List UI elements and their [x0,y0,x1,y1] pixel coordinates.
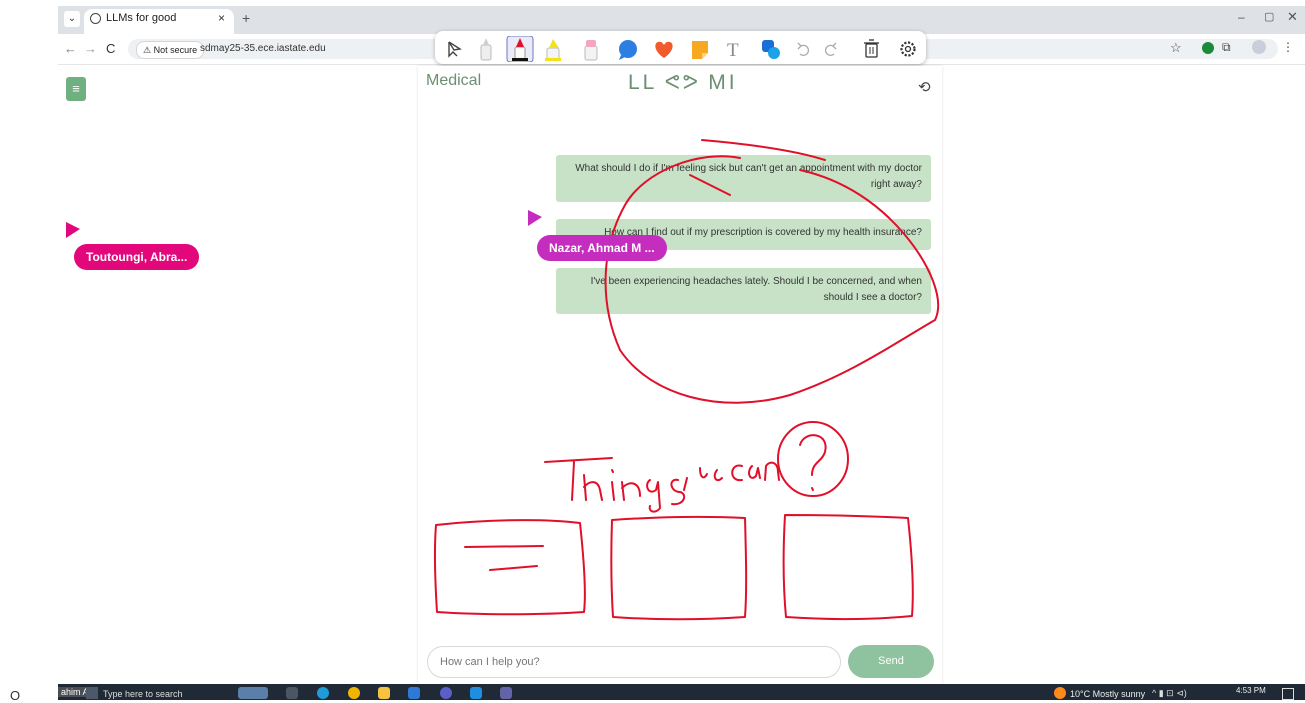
puzzle-extensions-icon[interactable]: ⧉ [1222,40,1231,55]
annotation-toolbar-icons: T [448,36,916,62]
collaborator-cursor-icon [528,210,542,226]
extension-icon[interactable] [1202,42,1214,54]
tab-close-icon[interactable]: × [218,11,225,25]
new-tab-button[interactable]: + [242,10,250,26]
red-pen-tool-icon[interactable] [506,36,534,62]
notification-icon[interactable] [1282,688,1294,700]
shapes-tool-icon[interactable] [762,40,780,59]
tab-title: LLMs for good [106,12,177,24]
window-minimize-button[interactable]: – [1238,10,1245,24]
taskbar-clock[interactable]: 4:53 PM [1236,686,1266,695]
collaborator-label: Toutoungi, Abra... [74,244,200,270]
pointer-tool-icon[interactable] [448,41,462,58]
chrome-icon[interactable] [348,687,360,699]
back-button[interactable]: ← [64,41,77,56]
forward-button[interactable]: → [84,41,97,56]
comment-icon[interactable] [619,40,637,60]
weather-text[interactable]: 10°C Mostly sunny [1070,689,1145,699]
gear-icon[interactable] [900,41,916,57]
heart-icon[interactable] [655,41,673,58]
redo-icon[interactable] [824,42,837,57]
bookmark-star-icon[interactable]: ☆ [1170,40,1182,56]
collaborator-cursor-icon [66,222,80,238]
send-button[interactable]: Send [848,645,934,678]
vscode-icon[interactable] [470,687,482,699]
url-text[interactable]: sdmay25-35.ece.iastate.edu [200,43,326,54]
browser-menu-icon[interactable]: ⋮ [1282,40,1294,54]
undo-icon[interactable] [797,42,810,57]
taskbar-widget-icon[interactable] [238,687,268,699]
edge-icon[interactable] [317,687,329,699]
mic-icon[interactable] [86,687,98,699]
file-explorer-icon[interactable] [378,687,390,699]
window-maximize-button[interactable]: ▢ [1264,10,1274,23]
system-tray[interactable]: ^ ▮ ⊡ ⊲) [1152,688,1187,699]
teams-active-icon[interactable] [500,687,512,699]
yellow-highlighter-icon[interactable] [545,39,561,61]
app-icon[interactable] [408,687,420,699]
weather-icon[interactable] [1054,687,1066,699]
history-icon[interactable]: ⟲ [918,78,931,96]
teams-icon[interactable] [440,687,452,699]
pen-tool-icon[interactable] [480,38,492,61]
window-close-button[interactable]: ✕ [1287,9,1298,25]
sticky-note-icon[interactable] [692,41,708,59]
text-tool-icon[interactable]: T [727,40,739,61]
chat-input[interactable] [427,646,841,678]
tab-search-chevron-icon[interactable]: ⌄ [64,11,80,27]
chat-message[interactable]: What should I do if I'm feeling sick but… [556,155,931,202]
app-logo: LL ᕙᕗ MI [628,71,738,94]
collaborator-label: Nazar, Ahmad M ... [537,235,667,261]
trash-icon[interactable] [864,39,879,58]
reload-button[interactable]: C [106,41,115,56]
not-secure-chip[interactable]: ⚠ Not secure [136,41,205,59]
profile-avatar[interactable] [1252,40,1266,54]
globe-icon [90,13,101,24]
stray-glyph: O [10,688,21,703]
sidebar-menu-button[interactable]: ≡ [66,77,86,101]
page-title: Medical [426,72,482,89]
taskbar-search[interactable]: Type here to search [103,689,183,699]
chat-message[interactable]: I've been experiencing headaches lately.… [556,268,931,314]
pink-highlighter-icon[interactable] [584,40,598,61]
task-view-icon[interactable] [286,687,298,699]
